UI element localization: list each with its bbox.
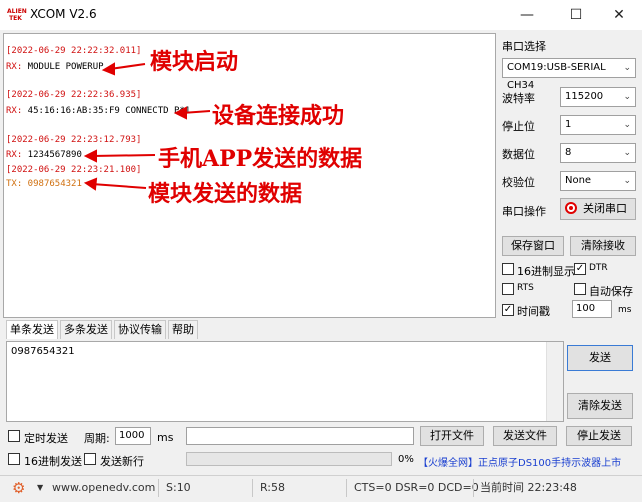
parity-select[interactable]: None ⌄	[560, 171, 636, 191]
minimize-button[interactable]: —	[504, 0, 550, 30]
databits-select-value: 8	[565, 147, 572, 158]
timestamp-input[interactable]: 100	[572, 300, 612, 318]
timed-send-label: 定时发送	[24, 432, 68, 445]
stopbits-select[interactable]: 1 ⌄	[560, 115, 636, 135]
baud-label: 波特率	[502, 92, 535, 105]
send-progress-value: 0%	[398, 454, 414, 465]
auto-save-checkbox[interactable]	[574, 283, 586, 295]
file-path-input[interactable]	[186, 427, 414, 445]
tab-single-send[interactable]: 单条发送	[6, 320, 58, 339]
parity-select-value: None	[565, 175, 592, 186]
close-window-button[interactable]: ✕	[596, 0, 642, 30]
send-button[interactable]: 发送	[567, 345, 633, 371]
clear-send-button[interactable]: 清除发送	[567, 393, 633, 419]
annotation-module-data: 模块发送的数据	[148, 181, 303, 207]
send-file-button[interactable]: 发送文件	[493, 426, 557, 446]
chevron-down-icon: ⌄	[623, 63, 631, 73]
period-input[interactable]: 1000	[115, 427, 151, 445]
port-select[interactable]: COM19:USB-SERIAL CH34 ⌄	[502, 58, 636, 91]
hex-send-checkbox[interactable]	[8, 453, 20, 465]
maximize-button[interactable]: ☐	[553, 0, 599, 30]
website-link[interactable]: www.openedv.com	[52, 476, 155, 500]
dtr-checkbox[interactable]: ✓	[574, 263, 586, 275]
rts-checkbox[interactable]	[502, 283, 514, 295]
dtr-label: DTR	[589, 263, 608, 273]
stopbits-select-value: 1	[565, 119, 572, 130]
status-divider	[252, 479, 253, 497]
close-port-button[interactable]: 关闭串口	[560, 198, 636, 220]
sent-count: S:10	[166, 481, 191, 494]
tab-help[interactable]: 帮助	[168, 320, 198, 339]
chevron-down-icon: ⌄	[623, 176, 631, 186]
send-input[interactable]: 0987654321	[6, 341, 564, 422]
stopbits-label: 停止位	[502, 120, 535, 133]
port-select-label: 串口选择	[502, 40, 546, 53]
annotation-app-data: 手机APP发送的数据	[158, 146, 363, 172]
tab-multi-send[interactable]: 多条发送	[60, 320, 112, 339]
timestamp-checkbox[interactable]: ✓	[502, 304, 514, 316]
status-divider	[158, 479, 159, 497]
timed-send-checkbox[interactable]	[8, 430, 20, 442]
timestamp-label: 时间戳	[517, 305, 550, 318]
databits-label: 数据位	[502, 148, 535, 161]
close-port-label: 关闭串口	[583, 202, 627, 215]
parity-label: 校验位	[502, 176, 535, 189]
tab-protocol[interactable]: 协议传输	[114, 320, 166, 339]
period-unit: ms	[157, 431, 174, 444]
baud-select-value: 115200	[565, 91, 604, 102]
chevron-down-icon: ⌄	[623, 92, 631, 102]
ad-link[interactable]: 【火爆全网】正点原子DS100手持示波器上市	[418, 454, 621, 469]
send-newline-label: 发送新行	[100, 455, 144, 468]
period-label: 周期:	[84, 432, 110, 445]
annotation-device-connected: 设备连接成功	[212, 103, 345, 129]
received-count: R:58	[260, 481, 286, 494]
hex-display-checkbox[interactable]	[502, 263, 514, 275]
send-newline-checkbox[interactable]	[84, 453, 96, 465]
auto-save-label: 自动保存	[589, 285, 633, 298]
modem-lines-status: CTS=0 DSR=0 DCD=0	[354, 481, 479, 494]
annotation-module-start: 模块启动	[150, 49, 239, 75]
status-divider	[346, 479, 347, 497]
port-status-dot	[569, 206, 573, 210]
send-scrollbar[interactable]	[546, 342, 563, 421]
send-text: 0987654321	[11, 346, 75, 357]
timestamp-unit: ms	[618, 305, 632, 315]
chevron-down-icon: ⌄	[623, 148, 631, 158]
clear-receive-button[interactable]: 清除接收	[570, 236, 636, 256]
rts-label: RTS	[517, 283, 534, 293]
status-divider	[473, 479, 474, 497]
chevron-down-icon[interactable]: ▼	[37, 476, 43, 500]
hex-send-label: 16进制发送	[24, 455, 82, 468]
stop-send-button[interactable]: 停止发送	[566, 426, 632, 446]
databits-select[interactable]: 8 ⌄	[560, 143, 636, 163]
port-op-label: 串口操作	[502, 205, 546, 218]
gear-icon[interactable]: ⚙	[12, 476, 25, 500]
current-time: 当前时间 22:23:48	[480, 481, 577, 494]
port-status-icon	[565, 202, 577, 214]
hex-display-label: 16进制显示	[517, 265, 575, 278]
chevron-down-icon: ⌄	[623, 120, 631, 130]
open-file-button[interactable]: 打开文件	[420, 426, 484, 446]
baud-select[interactable]: 115200 ⌄	[560, 87, 636, 107]
send-progress-bar	[186, 452, 392, 466]
save-window-button[interactable]: 保存窗口	[502, 236, 564, 256]
